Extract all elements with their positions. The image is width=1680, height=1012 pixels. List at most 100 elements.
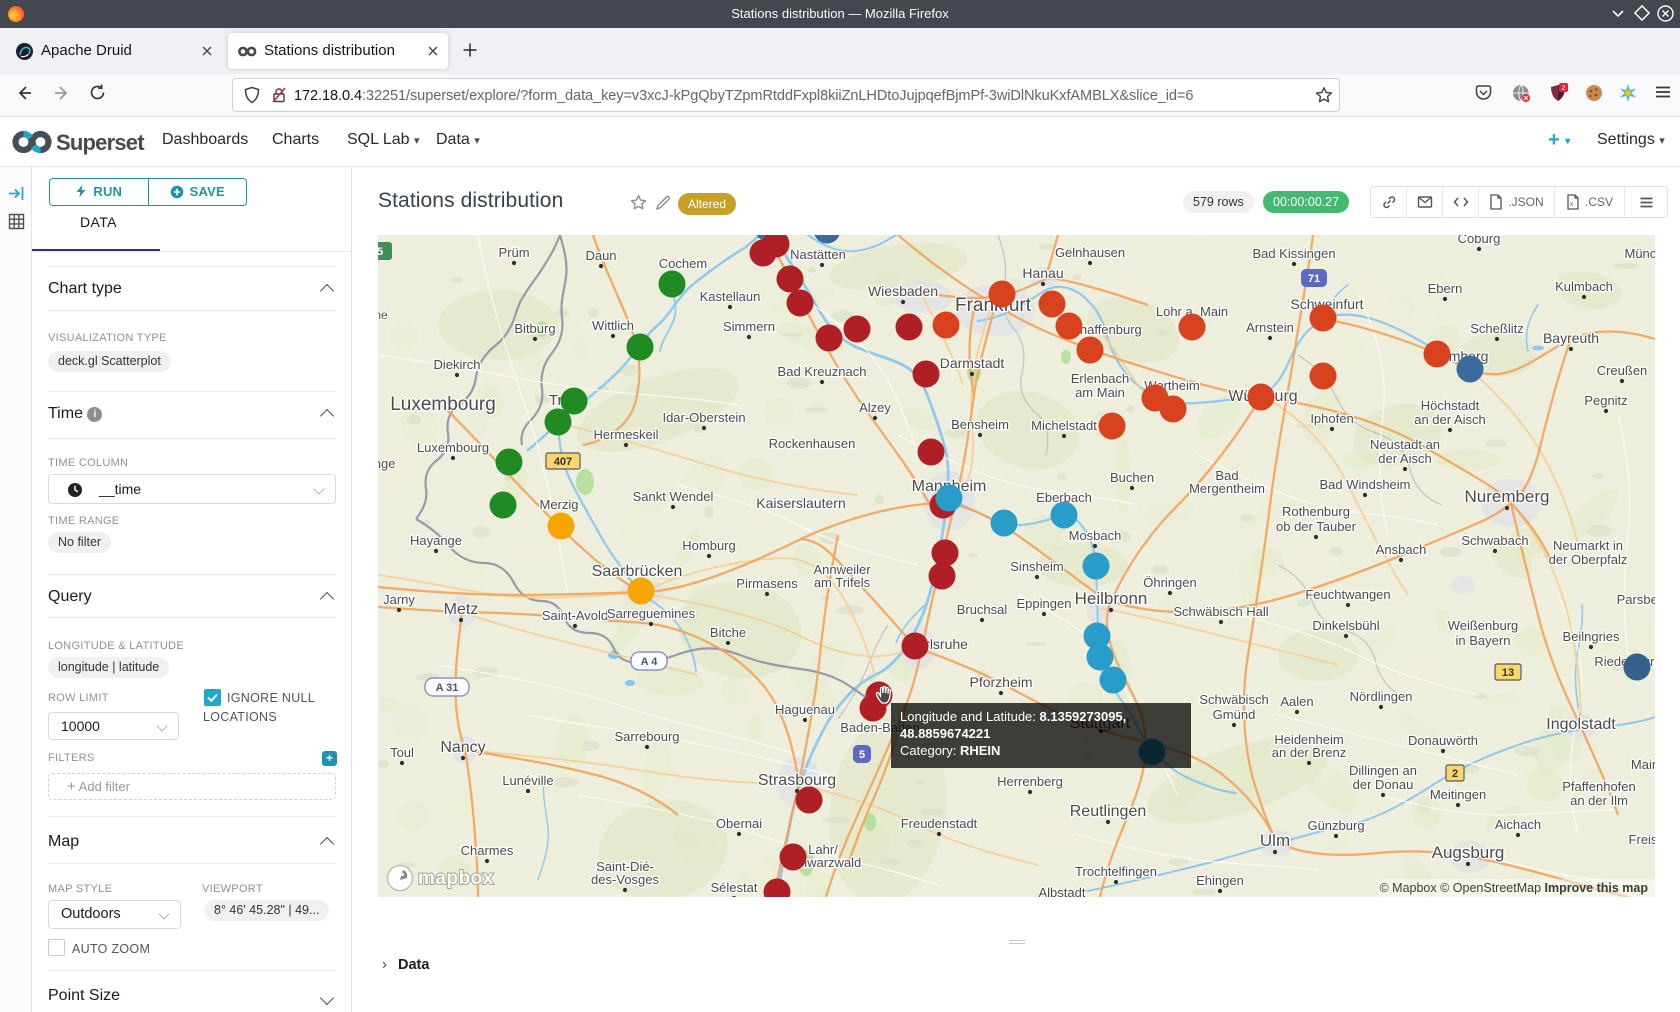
- svg-text:ange: ange: [378, 456, 395, 471]
- svg-text:x: x: [1570, 202, 1573, 208]
- svg-text:Nördlingen: Nördlingen: [1350, 689, 1413, 704]
- svg-text:Schwäbisch: Schwäbisch: [1199, 692, 1268, 707]
- svg-text:2: 2: [1452, 768, 1458, 780]
- svg-text:Herrenberg: Herrenberg: [997, 774, 1063, 789]
- svg-text:Wiesbaden: Wiesbaden: [868, 283, 938, 299]
- svg-text:der Oberpfalz: der Oberpfalz: [1549, 552, 1628, 567]
- svg-text:Luxembourg: Luxembourg: [417, 440, 489, 455]
- svg-text:Heilbronn: Heilbronn: [1075, 589, 1148, 608]
- svg-text:Strasbourg: Strasbourg: [758, 772, 836, 789]
- svg-text:Münch: Münch: [1624, 246, 1655, 261]
- svg-text:Toul: Toul: [390, 745, 414, 760]
- svg-text:Dillingen an: Dillingen an: [1349, 763, 1417, 778]
- svg-text:Neumarkt in: Neumarkt in: [1553, 538, 1623, 553]
- svg-text:Neustadt an: Neustadt an: [1370, 437, 1440, 452]
- svg-text:Beilngries: Beilngries: [1562, 629, 1620, 644]
- svg-text:Obernai: Obernai: [716, 816, 762, 831]
- svg-text:am Trifels: am Trifels: [814, 575, 871, 590]
- svg-text:Ehingen: Ehingen: [1196, 873, 1244, 888]
- svg-text:Trochtelfingen: Trochtelfingen: [1075, 864, 1157, 879]
- svg-text:Eppingen: Eppingen: [1017, 596, 1072, 611]
- svg-text:Longitude and Latitude: 8.1359: Longitude and Latitude: 8.1359273095,: [900, 709, 1126, 724]
- svg-text:5: 5: [859, 749, 865, 761]
- svg-text:Ulm: Ulm: [1260, 831, 1290, 850]
- svg-text:Gmünd: Gmünd: [1213, 707, 1256, 722]
- svg-text:Ansbach: Ansbach: [1376, 542, 1427, 557]
- svg-text:71: 71: [1308, 273, 1320, 285]
- svg-text:Nuremberg: Nuremberg: [1464, 487, 1549, 506]
- svg-text:Main: Main: [1631, 757, 1655, 772]
- svg-text:an der Ilm: an der Ilm: [1570, 793, 1628, 808]
- svg-text:am Main: am Main: [1075, 385, 1125, 400]
- svg-text:Aalen: Aalen: [1280, 694, 1313, 709]
- svg-text:Schwäbisch Hall: Schwäbisch Hall: [1173, 604, 1268, 619]
- svg-text:Saint-Avold: Saint-Avold: [542, 608, 608, 623]
- svg-text:Arnstein: Arnstein: [1246, 320, 1294, 335]
- svg-text:der Aisch: der Aisch: [1378, 451, 1431, 466]
- svg-text:ne: ne: [378, 308, 388, 322]
- svg-text:Schwabach: Schwabach: [1461, 533, 1528, 548]
- svg-text:mapbox: mapbox: [418, 868, 494, 889]
- svg-text:Pirmasens: Pirmasens: [736, 576, 798, 591]
- svg-text:Weißenburg: Weißenburg: [1448, 618, 1519, 633]
- svg-text:Hanau: Hanau: [1022, 265, 1063, 281]
- svg-text:an der Brenz: an der Brenz: [1272, 745, 1346, 760]
- svg-text:Diekirch: Diekirch: [434, 357, 481, 372]
- svg-text:Hermeskeil: Hermeskeil: [593, 427, 658, 442]
- svg-text:Mergentheim: Mergentheim: [1189, 481, 1265, 496]
- svg-text:407: 407: [554, 456, 572, 468]
- svg-text:Homburg: Homburg: [682, 538, 735, 553]
- svg-text:Scheßlitz: Scheßlitz: [1470, 321, 1523, 336]
- svg-text:Reutlingen: Reutlingen: [1070, 803, 1147, 820]
- svg-text:Michelstadt: Michelstadt: [1031, 418, 1097, 433]
- svg-text:ob der Tauber: ob der Tauber: [1276, 519, 1357, 534]
- svg-text:Sarreguemines: Sarreguemines: [607, 606, 696, 621]
- svg-text:Jarny: Jarny: [383, 592, 415, 607]
- svg-text:Dinkelsbühl: Dinkelsbühl: [1312, 618, 1379, 633]
- svg-text:Saarbrücken: Saarbrücken: [592, 563, 683, 580]
- svg-text:Sarrebourg: Sarrebourg: [614, 729, 679, 744]
- svg-text:A 4: A 4: [641, 656, 659, 668]
- svg-text:Alzey: Alzey: [859, 400, 891, 415]
- svg-text:Darmstadt: Darmstadt: [940, 355, 1005, 371]
- svg-text:Höchstadt: Höchstadt: [1421, 398, 1480, 413]
- svg-text:Ebern: Ebern: [1428, 281, 1463, 296]
- svg-text:Freudenstadt: Freudenstadt: [901, 816, 978, 831]
- svg-text:Kastellaun: Kastellaun: [700, 289, 761, 304]
- svg-text:Lunéville: Lunéville: [502, 773, 553, 788]
- svg-text:Aichach: Aichach: [1495, 817, 1541, 832]
- svg-text:Luxembourg: Luxembourg: [390, 394, 496, 415]
- svg-text:Charmes: Charmes: [461, 843, 514, 858]
- svg-text:Ingolstadt: Ingolstadt: [1546, 716, 1616, 733]
- svg-text:2: 2: [1561, 83, 1565, 92]
- svg-text:in Bayern: in Bayern: [1456, 633, 1511, 648]
- svg-text:Category: RHEIN: Category: RHEIN: [900, 743, 1000, 758]
- svg-text:Sinsheim: Sinsheim: [1010, 559, 1063, 574]
- svg-text:Sélestat: Sélestat: [711, 880, 758, 895]
- svg-text:Bad Kissingen: Bad Kissingen: [1252, 246, 1335, 261]
- svg-text:Parsberg: Parsberg: [1617, 592, 1655, 607]
- svg-text:Bad Windsheim: Bad Windsheim: [1319, 477, 1410, 492]
- svg-text:Öhringen: Öhringen: [1143, 575, 1196, 590]
- svg-text:Bensheim: Bensheim: [951, 417, 1009, 432]
- svg-text:Prüm: Prüm: [498, 245, 529, 260]
- svg-text:Idar-Oberstein: Idar-Oberstein: [662, 410, 745, 425]
- svg-text:Simmern: Simmern: [723, 319, 775, 334]
- svg-text:Kulmbach: Kulmbach: [1555, 279, 1613, 294]
- svg-text:Bitche: Bitche: [710, 625, 746, 640]
- svg-text:Bad Kreuznach: Bad Kreuznach: [778, 364, 867, 379]
- svg-text:Hayange: Hayange: [410, 533, 462, 548]
- svg-text:Bruchsal: Bruchsal: [957, 602, 1008, 617]
- svg-text:Creußen: Creußen: [1597, 363, 1648, 378]
- svg-text:Haguenau: Haguenau: [775, 702, 835, 717]
- svg-text:Erlenbach: Erlenbach: [1071, 371, 1130, 386]
- svg-text:Iphofen: Iphofen: [1310, 411, 1353, 426]
- svg-text:Nancy: Nancy: [440, 739, 485, 756]
- svg-text:Sankt Wendel: Sankt Wendel: [633, 489, 714, 504]
- svg-text:Buchen: Buchen: [1110, 470, 1154, 485]
- svg-text:© Mapbox © OpenStreetMap Impro: © Mapbox © OpenStreetMap Improve this ma…: [1379, 881, 1648, 895]
- svg-text:Albstadt: Albstadt: [1039, 885, 1086, 897]
- svg-text:Superset: Superset: [56, 130, 145, 155]
- svg-text:Cochem: Cochem: [659, 256, 707, 271]
- svg-text:Feuchtwangen: Feuchtwangen: [1305, 587, 1390, 602]
